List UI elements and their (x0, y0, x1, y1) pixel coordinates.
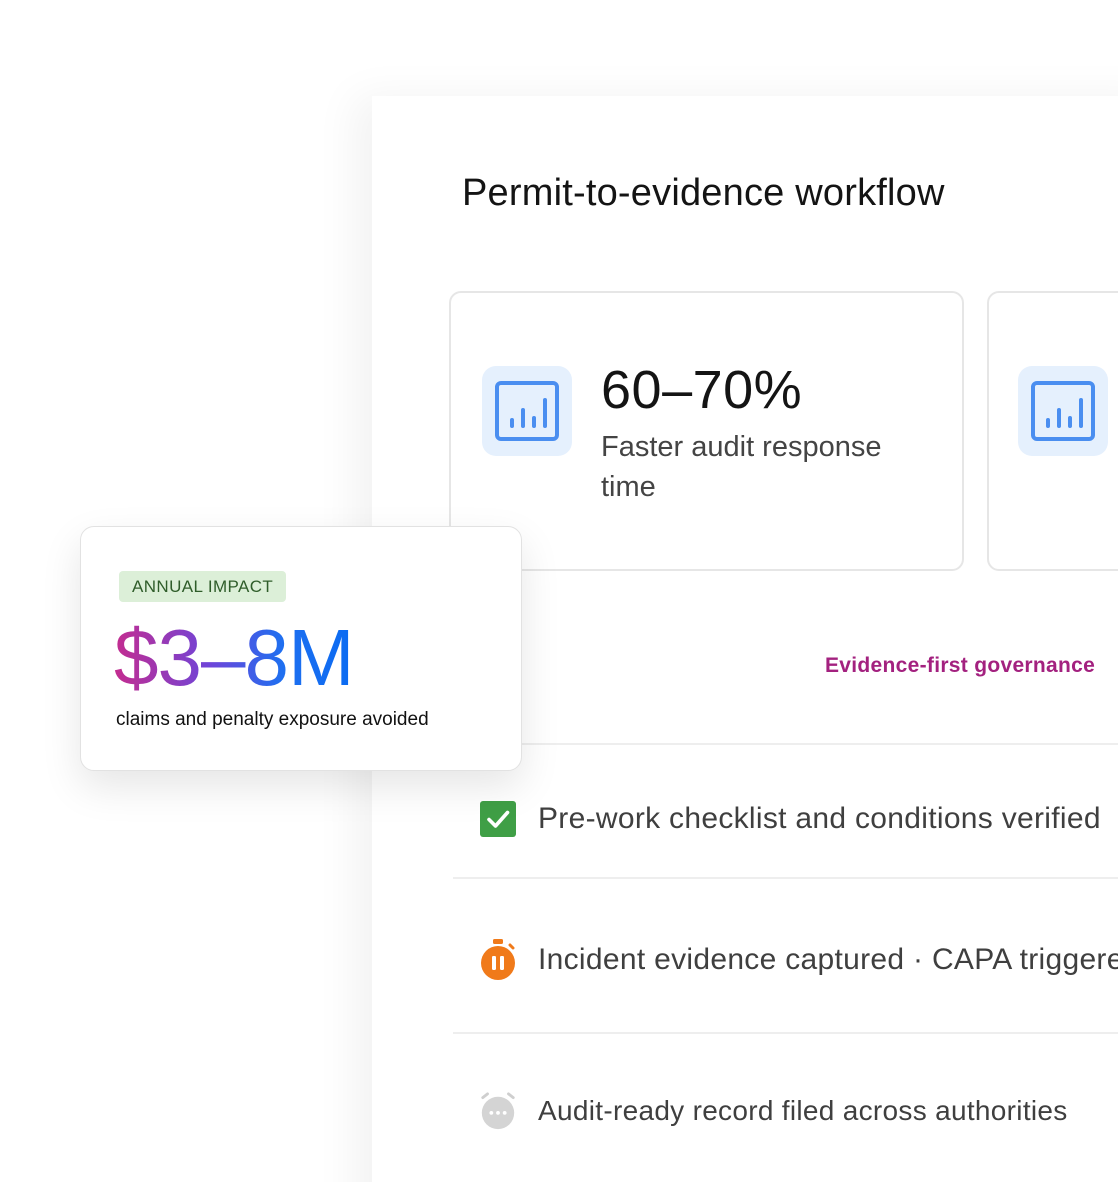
checkbox-checked-icon (478, 799, 518, 839)
annual-impact-caption: claims and penalty exposure avoided (116, 709, 429, 730)
bar-chart-icon (1018, 366, 1108, 456)
annual-impact-value: $3–8M (114, 611, 355, 705)
step-label: Audit-ready record filed across authorit… (538, 1095, 1068, 1126)
pending-timer-icon (478, 1091, 518, 1131)
step-label: Pre-work checklist and conditions verifi… (538, 802, 1101, 835)
workflow-step-incident: Incident evidence captured · CAPA trigge… (478, 939, 1118, 980)
annual-impact-card: ANNUAL IMPACT $3–8M claims and penalty e… (80, 526, 522, 771)
evidence-first-governance-link[interactable]: Evidence-first governance (825, 654, 1095, 678)
divider (520, 743, 1118, 745)
divider (453, 1032, 1118, 1034)
stat-value: 60–70% (601, 360, 803, 420)
bar-chart-icon (482, 366, 572, 456)
divider (453, 877, 1118, 879)
workflow-title: Permit-to-evidence workflow (462, 172, 945, 214)
stat-label: Faster audit response time (601, 431, 882, 503)
paused-timer-icon (478, 939, 518, 980)
workflow-step-audit-record: Audit-ready record filed across authorit… (478, 1091, 1068, 1131)
stat-card-audit-response: 60–70% Faster audit response time (449, 291, 964, 571)
stat-card-secondary (987, 291, 1118, 571)
annual-impact-badge: ANNUAL IMPACT (119, 571, 287, 602)
stage: Permit-to-evidence workflow 60–70% Faste… (0, 0, 1118, 1182)
step-label: Incident evidence captured · CAPA trigge… (538, 943, 1118, 976)
workflow-step-prework: Pre-work checklist and conditions verifi… (478, 799, 1101, 839)
